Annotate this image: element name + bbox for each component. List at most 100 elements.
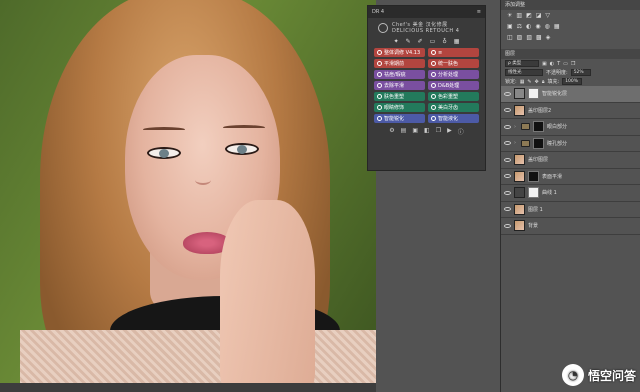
layers-header[interactable]: 图层 <box>501 49 640 59</box>
visibility-eye-icon[interactable] <box>504 91 511 96</box>
layer-mask-thumbnail[interactable] <box>528 170 539 182</box>
gradient-map-icon[interactable]: ▩ <box>536 34 542 41</box>
visibility-eye-icon[interactable] <box>504 141 511 146</box>
layer-row[interactable]: 盖印图层2 <box>501 103 640 119</box>
layer-mask-thumbnail[interactable] <box>528 187 539 199</box>
layers-title: 图层 <box>505 51 516 57</box>
adjustments-row-1: ☀ ▥ ◩ ◪ ▽ <box>501 10 640 21</box>
gear-icon[interactable]: ⚙ <box>389 127 394 136</box>
pencil-icon[interactable]: ✐ <box>418 38 423 45</box>
expand-chevron-icon[interactable]: › <box>514 124 518 130</box>
layer-thumbnail <box>514 203 525 215</box>
play-icon[interactable]: ▶ <box>447 127 452 136</box>
layer-mask-thumbnail[interactable] <box>533 121 544 133</box>
dr-button[interactable]: 平滑期前 <box>374 59 425 68</box>
info-icon[interactable]: ⓘ <box>458 127 464 136</box>
curves-icon[interactable]: ◩ <box>526 12 532 19</box>
dr-button[interactable]: 祛痘/瑕疵 <box>374 70 425 79</box>
dr-button[interactable]: 统一肤色 <box>428 59 479 68</box>
visibility-eye-icon[interactable] <box>504 223 511 228</box>
hue-icon[interactable]: ▣ <box>507 23 513 30</box>
visibility-eye-icon[interactable] <box>504 207 511 212</box>
photo-filter-icon[interactable]: ◉ <box>535 23 540 30</box>
dr-button[interactable]: 肤色重塑 <box>374 92 425 101</box>
watermark-text: 悟空问答 <box>587 368 636 383</box>
lookup-icon[interactable]: ▦ <box>554 23 560 30</box>
dr-button-label: 分析处理 <box>438 72 459 78</box>
panel-menu-icon[interactable]: ≡ <box>477 9 481 15</box>
dr-button[interactable]: 智能锐化 <box>374 114 425 123</box>
lock-pixels-icon[interactable]: ▦ <box>520 79 525 85</box>
mixer-icon[interactable]: ◍ <box>545 23 550 30</box>
opacity-field[interactable]: 52% <box>570 69 591 76</box>
selective-color-icon[interactable]: ◈ <box>546 34 551 41</box>
dr-brand-line2: DELICIOUS RETOUCH 4 <box>392 28 460 34</box>
dr-button[interactable]: D&B处理 <box>428 81 479 90</box>
invert-icon[interactable]: ◫ <box>507 34 513 41</box>
visibility-eye-icon[interactable] <box>504 108 511 113</box>
layer-filter-select[interactable]: ρ 类型 <box>505 60 539 67</box>
flask-icon[interactable]: ♁ <box>442 38 446 45</box>
dr-button[interactable]: 眼睛修饰 <box>374 103 425 112</box>
brightness-icon[interactable]: ☀ <box>507 12 512 19</box>
dr-panel-tab[interactable]: DR 4 ≡ <box>368 6 485 18</box>
layers-icon[interactable]: ▤ <box>401 127 407 136</box>
vibrance-icon[interactable]: ▽ <box>545 12 550 19</box>
fill-label: 填充: <box>547 79 560 85</box>
brush-icon[interactable]: ✎ <box>406 38 411 45</box>
layer-name: 曲线 1 <box>542 190 557 197</box>
layer-row[interactable]: 智能锐化层 <box>501 86 640 103</box>
canvas-photo[interactable] <box>0 0 376 392</box>
dr-button[interactable]: 整体调修 V4.13 <box>374 48 425 57</box>
layer-row[interactable]: 背景 <box>501 218 640 235</box>
grid-icon[interactable]: ▦ <box>454 38 460 45</box>
filter-pixel-icon[interactable]: ▣ <box>542 61 547 67</box>
expand-chevron-icon[interactable]: › <box>514 140 518 146</box>
layer-row[interactable]: 盖印图层 <box>501 152 640 169</box>
copy-icon[interactable]: ❐ <box>436 127 441 136</box>
layer-row[interactable]: 曲线 1 <box>501 185 640 202</box>
dr-button-icon <box>431 94 436 99</box>
dr-button-icon <box>431 61 436 66</box>
exposure-icon[interactable]: ◪ <box>536 12 542 19</box>
lock-paint-icon[interactable]: ✎ <box>527 79 531 85</box>
dr-button[interactable]: 色彩重塑 <box>428 92 479 101</box>
dr-button[interactable]: 美白牙齿 <box>428 103 479 112</box>
visibility-eye-icon[interactable] <box>504 190 511 195</box>
lock-position-icon[interactable]: ✥ <box>535 79 539 85</box>
dr-button[interactable]: 分析处理 <box>428 70 479 79</box>
dr-button[interactable]: ≡ <box>428 48 479 57</box>
frame-icon[interactable]: ▣ <box>412 127 418 136</box>
layer-row[interactable]: 图层 1 <box>501 202 640 218</box>
delicious-retouch-panel[interactable]: DR 4 ≡ Chef's 美金 汉化修展 DELICIOUS RETOUCH … <box>367 5 486 171</box>
filter-smart-icon[interactable]: ❐ <box>571 61 575 67</box>
adjustments-row-3: ◫ ▨ ▧ ▩ ◈ <box>501 32 640 43</box>
layer-row[interactable]: › 眼白部分 <box>501 119 640 136</box>
threshold-icon[interactable]: ▧ <box>526 34 532 41</box>
blend-mode-select[interactable]: 线性光 <box>505 69 543 76</box>
wand-icon[interactable]: ✦ <box>394 38 399 45</box>
dr-button[interactable]: 智能液化 <box>428 114 479 123</box>
dr-button[interactable]: 去除平滑 <box>374 81 425 90</box>
filter-text-icon[interactable]: T <box>557 61 560 67</box>
filter-adjust-icon[interactable]: ◐ <box>550 61 554 67</box>
filter-shape-icon[interactable]: ▭ <box>563 61 568 67</box>
visibility-eye-icon[interactable] <box>504 124 511 129</box>
levels-icon[interactable]: ▥ <box>516 12 522 19</box>
dr-button-icon <box>431 83 436 88</box>
layer-row[interactable]: 表面平滑 <box>501 169 640 185</box>
lock-all-icon[interactable]: 🔒︎ <box>542 79 545 85</box>
layer-mask-thumbnail[interactable] <box>528 88 539 100</box>
balance-icon[interactable]: ⚖ <box>517 23 522 30</box>
mask-icon[interactable]: ◧ <box>424 127 430 136</box>
adjustments-header[interactable]: 添加调整 <box>501 0 640 10</box>
eraser-icon[interactable]: ▭ <box>430 38 436 45</box>
posterize-icon[interactable]: ▨ <box>517 34 523 41</box>
fill-field[interactable]: 100% <box>562 78 583 85</box>
bw-icon[interactable]: ◐ <box>526 23 531 30</box>
layer-mask-thumbnail[interactable] <box>533 137 544 149</box>
dr-button-icon <box>377 72 382 77</box>
visibility-eye-icon[interactable] <box>504 174 511 179</box>
layer-row[interactable]: › 瞳孔部分 <box>501 136 640 152</box>
visibility-eye-icon[interactable] <box>504 157 511 162</box>
